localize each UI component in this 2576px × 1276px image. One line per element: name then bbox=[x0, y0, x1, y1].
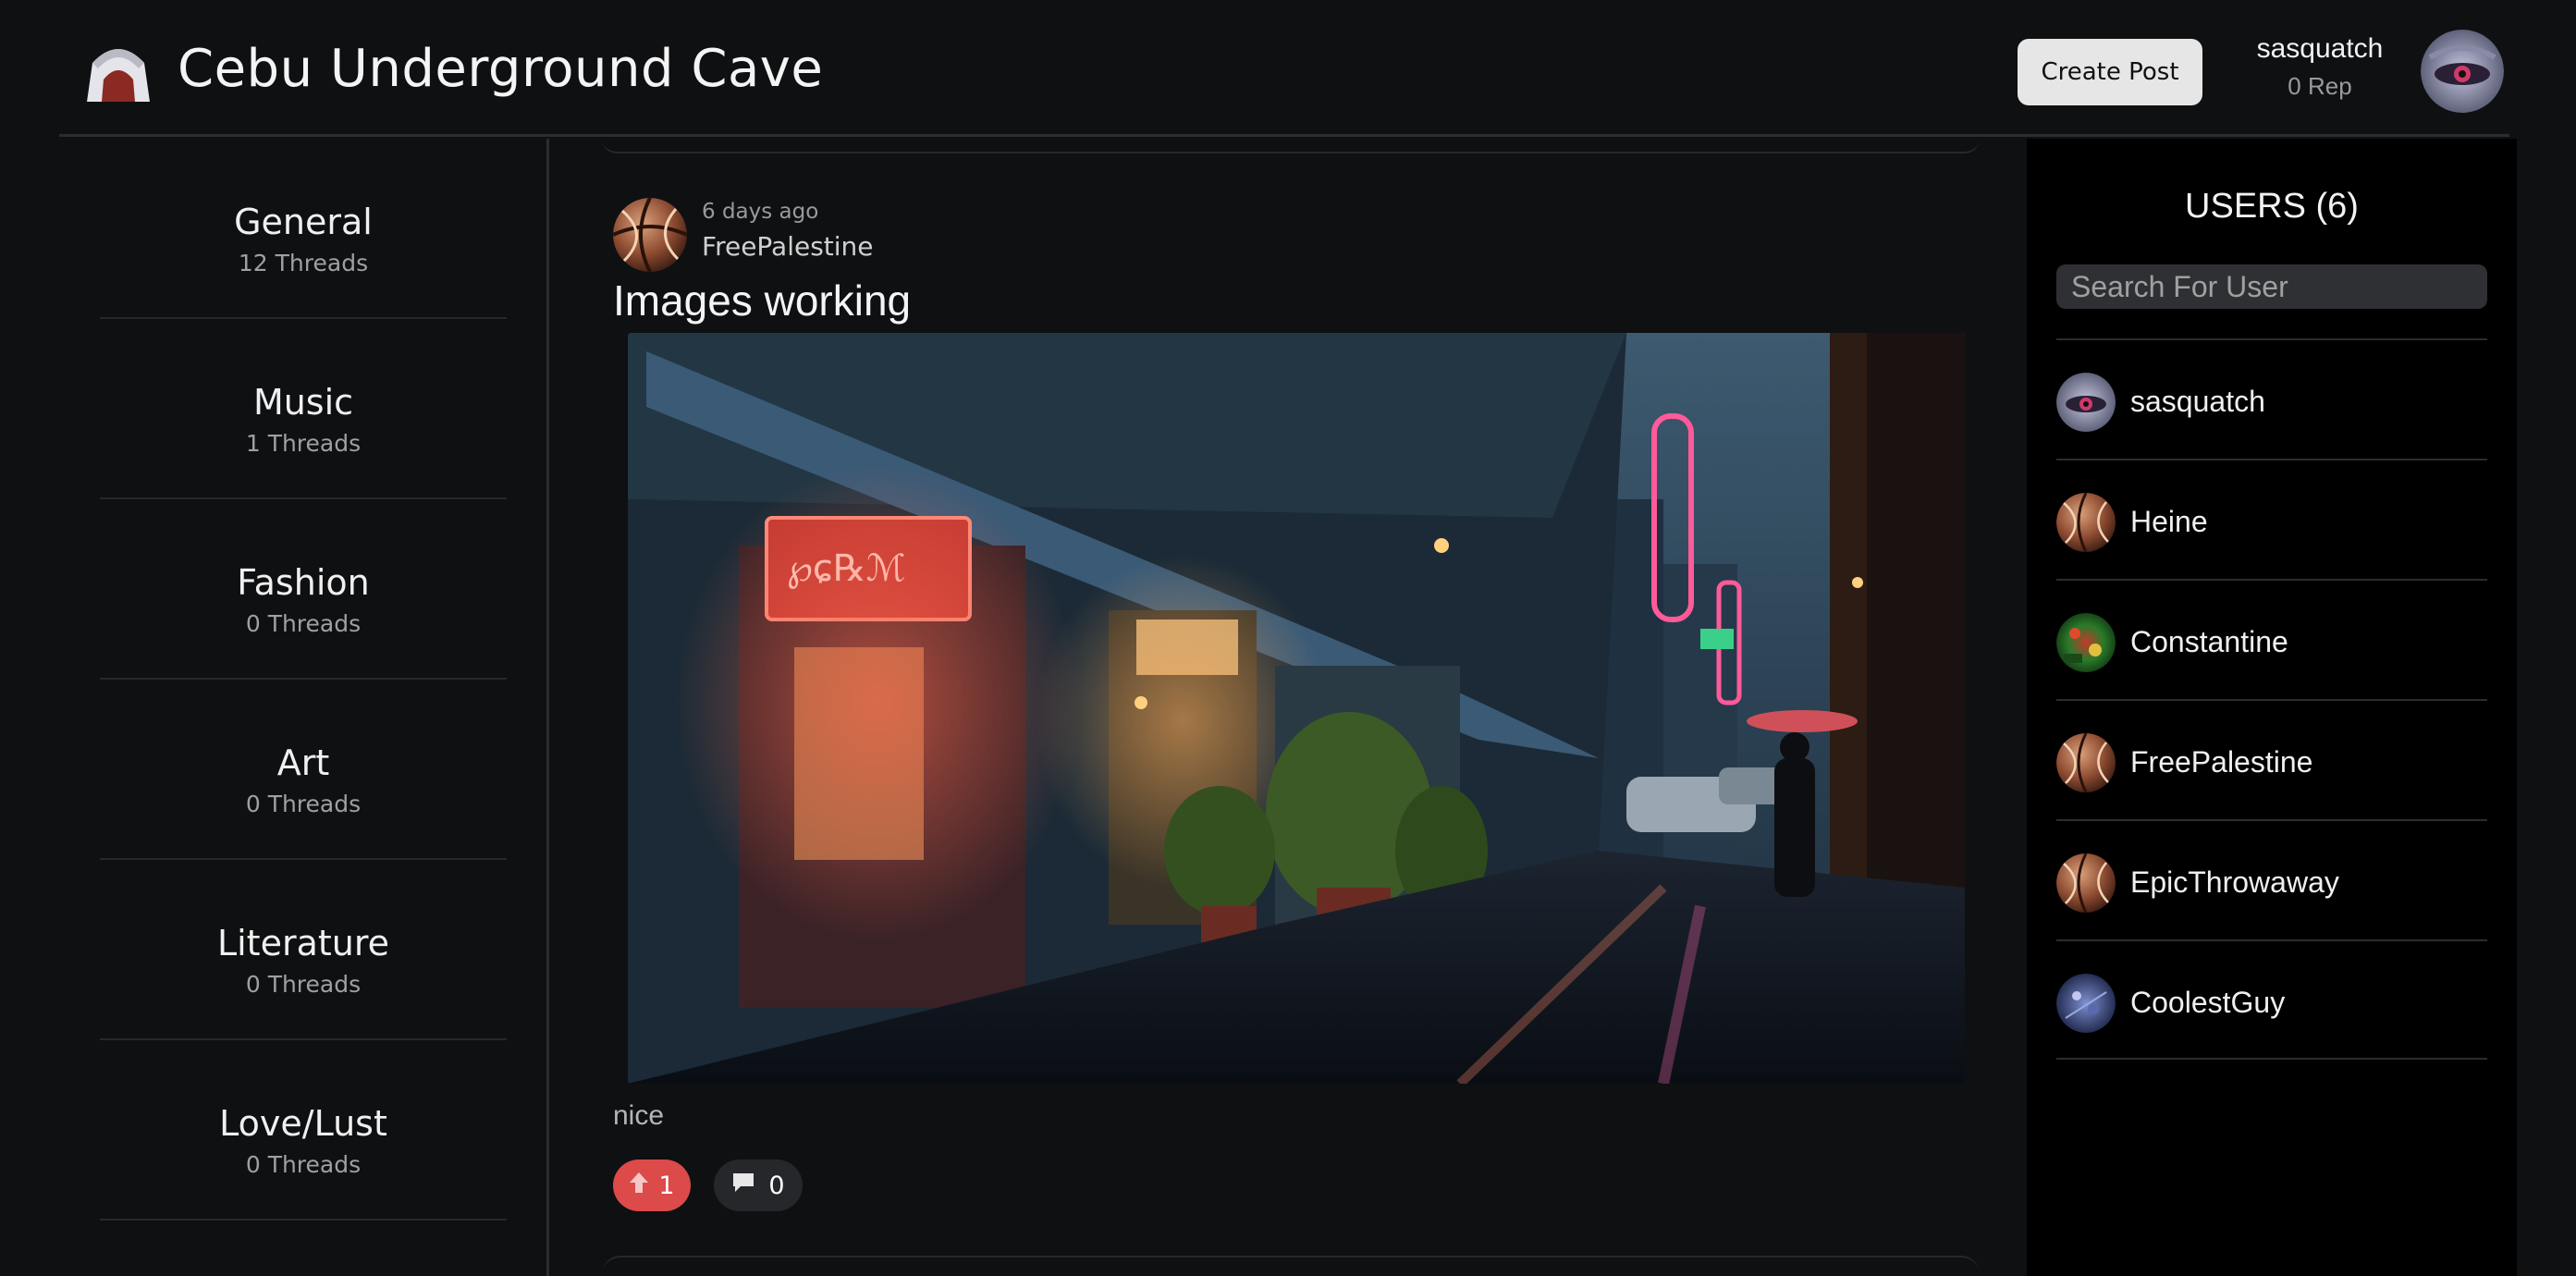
category-fashion[interactable]: Fashion 0 Threads bbox=[100, 499, 507, 680]
basketball-avatar bbox=[2056, 733, 2116, 792]
category-name: Music bbox=[252, 382, 354, 423]
basketball-avatar bbox=[2056, 853, 2116, 913]
users-panel-title: USERS (6) bbox=[2185, 187, 2359, 226]
category-love-lust[interactable]: Love/Lust 0 Threads bbox=[100, 1040, 507, 1221]
user-list-item[interactable]: FreePalestine bbox=[2056, 699, 2487, 819]
category-sidebar: General 12 Threads Music 1 Threads Fashi… bbox=[59, 139, 549, 1276]
user-list-item[interactable]: CoolestGuy bbox=[2056, 939, 2487, 1060]
user-list-item[interactable]: Constantine bbox=[2056, 579, 2487, 699]
basketball-avatar bbox=[2056, 493, 2116, 552]
current-username: sasquatch bbox=[2256, 33, 2384, 64]
user-search-input[interactable] bbox=[2056, 264, 2487, 309]
category-thread-count: 0 Threads bbox=[245, 610, 362, 637]
category-thread-count: 12 Threads bbox=[238, 250, 369, 276]
post-image[interactable]: ℘ɕ℞ℳ bbox=[628, 333, 1965, 1084]
category-name: Love/Lust bbox=[219, 1103, 387, 1144]
divider bbox=[602, 139, 1980, 153]
user-list-item[interactable]: Heine bbox=[2056, 459, 2487, 579]
category-name: Literature bbox=[216, 923, 390, 963]
user-name: Heine bbox=[2130, 505, 2208, 538]
category-general[interactable]: General 12 Threads bbox=[100, 139, 507, 319]
post-timestamp: 6 days ago bbox=[702, 200, 819, 224]
comment-count: 0 bbox=[768, 1171, 785, 1200]
category-name: Art bbox=[276, 742, 330, 783]
post-feed: 6 days ago FreePalestine Images working bbox=[552, 139, 2026, 1276]
post-body-text: nice bbox=[613, 1100, 665, 1131]
comment-button[interactable]: 0 bbox=[714, 1159, 803, 1211]
divider bbox=[602, 1256, 1980, 1274]
blue-avatar bbox=[2056, 974, 2116, 1033]
comment-icon bbox=[731, 1172, 755, 1200]
cave-logo-icon[interactable] bbox=[83, 41, 153, 104]
category-name: Fashion bbox=[237, 562, 370, 603]
upvote-count: 1 bbox=[658, 1171, 675, 1200]
eye-avatar bbox=[2056, 373, 2116, 432]
site-title[interactable]: Cebu Underground Cave bbox=[178, 39, 823, 99]
user-name: EpicThrowaway bbox=[2130, 865, 2339, 899]
upvote-button[interactable]: 1 bbox=[613, 1159, 691, 1211]
category-thread-count: 0 Threads bbox=[245, 1151, 362, 1178]
create-post-button[interactable]: Create Post bbox=[2018, 39, 2202, 105]
user-name: Constantine bbox=[2130, 625, 2288, 658]
green-avatar bbox=[2056, 613, 2116, 672]
current-user-info[interactable]: sasquatch 0 Rep bbox=[2251, 33, 2389, 101]
category-thread-count: 0 Threads bbox=[245, 971, 362, 998]
top-header: Cebu Underground Cave Create Post sasqua… bbox=[59, 0, 2509, 137]
post-author-avatar[interactable] bbox=[613, 198, 687, 272]
category-art[interactable]: Art 0 Threads bbox=[100, 680, 507, 860]
users-sidebar: USERS (6) sasquatch Heine bbox=[2027, 139, 2517, 1276]
category-name: General bbox=[234, 202, 373, 242]
post-title[interactable]: Images working bbox=[613, 276, 911, 325]
category-thread-count: 0 Threads bbox=[245, 791, 362, 817]
arrow-up-icon bbox=[629, 1172, 649, 1200]
post-author-name[interactable]: FreePalestine bbox=[702, 231, 874, 262]
user-list-item[interactable]: EpicThrowaway bbox=[2056, 819, 2487, 939]
category-music[interactable]: Music 1 Threads bbox=[100, 319, 507, 499]
category-thread-count: 1 Threads bbox=[245, 430, 362, 457]
user-name: FreePalestine bbox=[2130, 745, 2313, 779]
reputation-count: 0 Rep bbox=[2288, 72, 2352, 100]
user-avatar[interactable] bbox=[2421, 30, 2504, 113]
user-list-item[interactable]: sasquatch bbox=[2056, 338, 2487, 459]
user-name: CoolestGuy bbox=[2130, 986, 2286, 1019]
category-literature[interactable]: Literature 0 Threads bbox=[100, 860, 507, 1040]
user-name: sasquatch bbox=[2130, 385, 2265, 418]
